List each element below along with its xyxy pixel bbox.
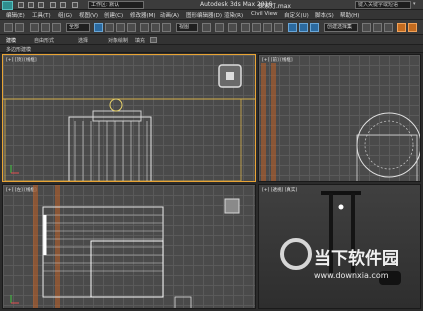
watermark-url: www.downxia.com	[314, 271, 389, 280]
tab-object-paint[interactable]: 对象绘制	[108, 37, 128, 44]
wireframe-top-bar	[92, 110, 142, 122]
window-controls-icon[interactable]: ▾	[413, 1, 417, 8]
undo-quick-icon[interactable]	[50, 2, 56, 8]
viewport-front-geometry	[261, 63, 420, 181]
unlink-icon[interactable]	[41, 23, 50, 32]
light-gizmo	[109, 98, 123, 112]
search-input[interactable]: 键入关键字或短语	[355, 1, 411, 9]
angle-snap-icon[interactable]	[252, 23, 261, 32]
render-setup-icon[interactable]	[397, 23, 406, 32]
reference-coord-dropdown[interactable]: 视图	[176, 23, 198, 32]
snap-icon[interactable]	[241, 23, 250, 32]
viewport-top-geometry	[3, 64, 255, 181]
tab-modeling[interactable]: 建模	[6, 37, 16, 44]
tab-populate[interactable]: 填充	[135, 37, 145, 44]
move-icon[interactable]	[140, 23, 149, 32]
mirror-icon[interactable]	[299, 23, 308, 32]
wireframe-slats	[74, 121, 148, 181]
ribbon-toggle-icon[interactable]	[150, 37, 157, 43]
menu-graph-editors[interactable]: 图形编辑器(D)	[186, 11, 222, 19]
menu-animation[interactable]: 动画(A)	[160, 11, 179, 19]
menu-civil-view[interactable]: Civil View	[251, 11, 277, 17]
align-icon[interactable]	[310, 23, 319, 32]
selection-filter-dropdown[interactable]: 全部	[66, 23, 90, 32]
menu-help[interactable]: 帮助(H)	[340, 11, 359, 19]
wireframe-object	[42, 206, 164, 298]
save-file-icon[interactable]	[38, 2, 44, 8]
percent-snap-icon[interactable]	[263, 23, 272, 32]
link-icon[interactable]	[30, 23, 39, 32]
viewport-left-geometry	[10, 185, 240, 308]
orange-column	[261, 63, 266, 181]
menu-views[interactable]: 视图(V)	[79, 11, 98, 19]
edit-named-selection-icon[interactable]	[288, 23, 297, 32]
spinner-snap-icon[interactable]	[274, 23, 283, 32]
viewport-front[interactable]: [+] [前] [线框]	[258, 54, 421, 182]
workspace-dropdown[interactable]: 工作区: 默认	[88, 1, 144, 9]
new-file-icon[interactable]	[18, 2, 24, 8]
title-bar: 工作区: 默认 Autodesk 3ds Max 2016 探索灯.max 键入…	[0, 0, 423, 10]
wireframe-slats	[43, 214, 163, 272]
ribbon-panel: 多边形建模	[0, 45, 423, 53]
tab-freeform[interactable]: 自由形式	[34, 37, 54, 44]
polygon-modeling-label[interactable]: 多边形建模	[6, 46, 31, 53]
wireframe-inner	[90, 240, 164, 298]
menu-modifiers[interactable]: 修改器(M)	[130, 11, 156, 19]
lamp-light	[338, 204, 344, 210]
open-file-icon[interactable]	[28, 2, 34, 8]
window-crossing-icon[interactable]	[127, 23, 136, 32]
undo-icon[interactable]	[4, 23, 13, 32]
redo-quick-icon[interactable]	[60, 2, 66, 8]
curve-editor-icon[interactable]	[373, 23, 382, 32]
redo-icon[interactable]	[15, 23, 24, 32]
menu-edit[interactable]: 编辑(E)	[6, 11, 25, 19]
scale-icon[interactable]	[162, 23, 171, 32]
watermark-logo-icon	[280, 238, 312, 270]
keyboard-shortcut-icon[interactable]	[228, 23, 237, 32]
named-selection-dropdown[interactable]: 创建选择集	[324, 23, 358, 32]
bind-space-warp-icon[interactable]	[52, 23, 61, 32]
select-by-name-icon[interactable]	[105, 23, 114, 32]
project-folder-icon[interactable]	[72, 2, 78, 8]
viewport-left[interactable]: [+] [左] [线框]	[2, 184, 256, 309]
tab-selection[interactable]: 选择	[78, 37, 88, 44]
menu-bar: 编辑(E) 工具(T) 组(G) 视图(V) 创建(C) 修改器(M) 动画(A…	[0, 10, 423, 20]
layer-manager-icon[interactable]	[362, 23, 371, 32]
render-icon[interactable]	[408, 23, 417, 32]
menu-create[interactable]: 创建(C)	[104, 11, 123, 19]
select-icon[interactable]	[94, 23, 103, 32]
select-manipulate-icon[interactable]	[215, 23, 224, 32]
pivot-icon[interactable]	[202, 23, 211, 32]
wireframe-base	[174, 296, 192, 308]
viewcube-icon	[224, 198, 240, 214]
menu-customize[interactable]: 自定义(U)	[284, 11, 309, 19]
watermark-brand: 当下软件园	[314, 249, 399, 269]
wireframe-wheel	[356, 112, 420, 178]
menu-rendering[interactable]: 渲染(R)	[224, 11, 243, 19]
ribbon-tabs: 建模 自由形式 选择 对象绘制 填充	[0, 35, 423, 45]
app-logo-icon[interactable]	[2, 1, 13, 10]
viewcube-face	[226, 72, 234, 80]
orange-column	[33, 185, 38, 308]
wireframe-wheel-inner	[364, 120, 414, 170]
menu-scripting[interactable]: 脚本(S)	[315, 11, 334, 19]
menu-group[interactable]: 组(G)	[58, 11, 72, 19]
material-editor-icon[interactable]	[384, 23, 393, 32]
region-select-icon[interactable]	[116, 23, 125, 32]
file-title: 探索灯.max	[258, 3, 291, 10]
viewport-top[interactable]: [+] [顶] [线框]	[2, 54, 256, 182]
orange-column	[271, 63, 276, 181]
wireframe-frame	[356, 134, 418, 181]
menu-tools[interactable]: 工具(T)	[32, 11, 51, 19]
main-toolbar: 全部 视图 创建选择集	[0, 20, 423, 35]
rotate-icon[interactable]	[151, 23, 160, 32]
